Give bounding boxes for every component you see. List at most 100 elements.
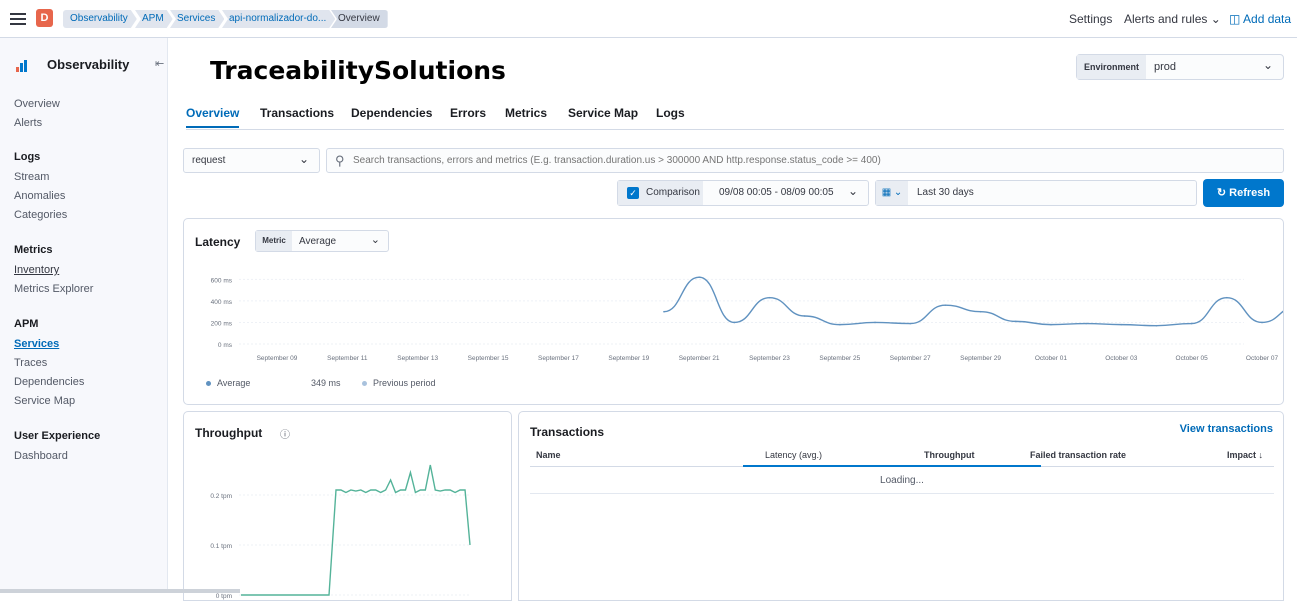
sort-arrow-down-icon: ↓	[1258, 450, 1264, 460]
throughput-y-tick: 0.2 tpm	[210, 493, 232, 500]
latency-data-point	[663, 310, 665, 313]
latency-data-point	[1085, 322, 1087, 325]
main-content: TraceabilitySolutions Environment prod ⌄…	[168, 38, 1297, 601]
latency-panel: Latency Metric Average ⌄ 600 ms 400 ms 200…	[183, 218, 1284, 405]
sidebar-item-categories[interactable]: Categories	[14, 209, 67, 221]
table-row-divider	[530, 493, 1274, 494]
sidebar-item-services[interactable]: Services	[14, 338, 59, 350]
column-header-name[interactable]: Name	[536, 450, 561, 460]
latency-x-tick: September 09	[257, 355, 298, 362]
sidebar-item-inventory[interactable]: Inventory	[14, 264, 59, 276]
tab-dependencies[interactable]: Dependencies	[351, 106, 432, 126]
transactions-title: Transactions	[530, 425, 605, 439]
breadcrumb-services[interactable]: Services	[170, 10, 224, 28]
breadcrumb-service-name[interactable]: api-normalizador-do...	[222, 10, 335, 28]
latency-x-tick: September 15	[468, 355, 509, 362]
latency-data-point	[733, 321, 736, 324]
sidebar-heading-logs: Logs	[14, 151, 41, 163]
latency-metric-select[interactable]: Metric Average ⌄	[255, 230, 389, 252]
tab-logs[interactable]: Logs	[656, 106, 685, 126]
legend-average-label: Average	[217, 378, 251, 388]
observability-logo-icon	[16, 60, 30, 72]
sidebar-item-dashboard[interactable]: Dashboard	[14, 450, 68, 462]
latency-y-tick: 200 ms	[211, 320, 233, 327]
comparison-control[interactable]: ✓ Comparison 09/08 00:05 - 08/09 00:05 ⌄	[617, 180, 869, 206]
sidebar-item-dependencies[interactable]: Dependencies	[14, 376, 84, 388]
environment-select[interactable]: Environment prod ⌄	[1076, 54, 1284, 80]
legend-average[interactable]: Average	[206, 378, 250, 388]
tab-metrics[interactable]: Metrics	[505, 106, 547, 126]
sidebar-item-service-map[interactable]: Service Map	[14, 395, 75, 407]
latency-data-point	[1226, 296, 1228, 299]
sidebar-item-stream[interactable]: Stream	[14, 171, 49, 183]
latency-x-tick: October 07	[1246, 355, 1279, 362]
settings-link[interactable]: Settings	[1069, 12, 1112, 26]
impact-label: Impact	[1227, 450, 1257, 460]
column-header-throughput[interactable]: Throughput	[924, 450, 974, 460]
date-picker[interactable]: ▦ ⌄ Last 30 days	[875, 180, 1197, 206]
column-header-latency[interactable]: Latency (avg.)	[765, 450, 822, 460]
throughput-y-tick: 0 tpm	[216, 593, 232, 600]
throughput-y-tick: 0.1 tpm	[210, 543, 232, 550]
latency-x-tick: October 05	[1176, 355, 1209, 362]
refresh-button[interactable]: ↻ Refresh	[1203, 179, 1284, 207]
latency-data-point	[1050, 323, 1052, 326]
environment-label: Environment	[1077, 55, 1146, 79]
collapse-sidebar-icon[interactable]: ⇤	[155, 57, 164, 70]
transaction-type-select[interactable]: request ⌄	[183, 148, 320, 173]
latency-data-point	[698, 276, 700, 279]
alerts-and-rules-menu[interactable]: Alerts and rules ⌄	[1124, 12, 1221, 26]
search-input[interactable]	[353, 153, 1273, 168]
sidebar-item-alerts[interactable]: Alerts	[14, 117, 42, 129]
breadcrumb-overview: Overview	[331, 10, 388, 28]
loading-progress-bar	[743, 465, 1041, 467]
horizontal-scrollbar[interactable]	[0, 589, 240, 593]
latency-x-tick: September 11	[327, 355, 368, 362]
comparison-toggle[interactable]: ✓ Comparison	[618, 181, 703, 205]
latency-chart[interactable]: 600 ms 400 ms 200 ms 0 ms September 09 Septem…	[184, 259, 1283, 374]
calendar-icon[interactable]: ▦ ⌄	[876, 181, 908, 205]
latency-series-average	[663, 276, 1283, 327]
add-data-link[interactable]: ◫ Add data	[1229, 12, 1291, 26]
space-avatar[interactable]: D	[36, 9, 53, 27]
column-header-impact[interactable]: Impact ↓	[1227, 450, 1263, 460]
tab-service-map[interactable]: Service Map	[568, 106, 638, 126]
metric-label: Metric	[256, 231, 292, 251]
date-range-value: Last 30 days	[917, 187, 974, 198]
add-data-icon: ◫	[1229, 12, 1241, 26]
throughput-series-line	[241, 464, 471, 596]
sidebar-item-overview[interactable]: Overview	[14, 98, 60, 110]
checkbox-checked-icon[interactable]: ✓	[627, 187, 639, 199]
throughput-chart[interactable]: 0.2 tpm 0.1 tpm 0 tpm	[184, 440, 511, 602]
breadcrumb-observability[interactable]: Observability	[63, 10, 137, 28]
view-transactions-link[interactable]: View transactions	[1180, 423, 1273, 435]
tab-transactions[interactable]: Transactions	[260, 106, 334, 126]
legend-previous-period[interactable]: Previous period	[362, 378, 436, 388]
alerts-label: Alerts and rules	[1124, 12, 1208, 26]
info-icon[interactable]: ⓘ	[280, 426, 290, 441]
latency-x-tick: September 17	[538, 355, 579, 362]
hamburger-menu-icon[interactable]	[10, 10, 26, 26]
sidebar-item-traces[interactable]: Traces	[14, 357, 47, 369]
add-data-label: Add data	[1243, 12, 1292, 26]
breadcrumb-apm[interactable]: APM	[135, 10, 173, 28]
chevron-down-icon: ⌄	[1210, 12, 1221, 26]
sidebar-item-anomalies[interactable]: Anomalies	[14, 190, 65, 202]
column-header-failed-rate[interactable]: Failed transaction rate	[1030, 450, 1126, 460]
legend-average-swatch	[206, 381, 211, 387]
latency-data-point	[909, 322, 912, 325]
search-bar[interactable]: ⚲	[326, 148, 1284, 173]
latency-x-tick: September 21	[679, 355, 720, 362]
sidebar-item-metrics-explorer[interactable]: Metrics Explorer	[14, 283, 93, 295]
tab-overview[interactable]: Overview	[186, 106, 240, 128]
latency-x-tick: September 25	[819, 355, 860, 362]
latency-data-point	[1120, 323, 1123, 326]
latency-x-tick: September 29	[960, 355, 1001, 362]
sidebar: Observability ⇤ Overview Alerts Logs Str…	[0, 38, 168, 593]
top-bar: D Observability APM Services api-normali…	[0, 0, 1297, 38]
latency-data-point	[1014, 320, 1017, 323]
transactions-panel: Transactions View transactions Name Late…	[518, 411, 1284, 601]
environment-value: prod	[1154, 61, 1177, 73]
tab-errors[interactable]: Errors	[450, 106, 486, 126]
metric-value: Average	[299, 236, 337, 247]
